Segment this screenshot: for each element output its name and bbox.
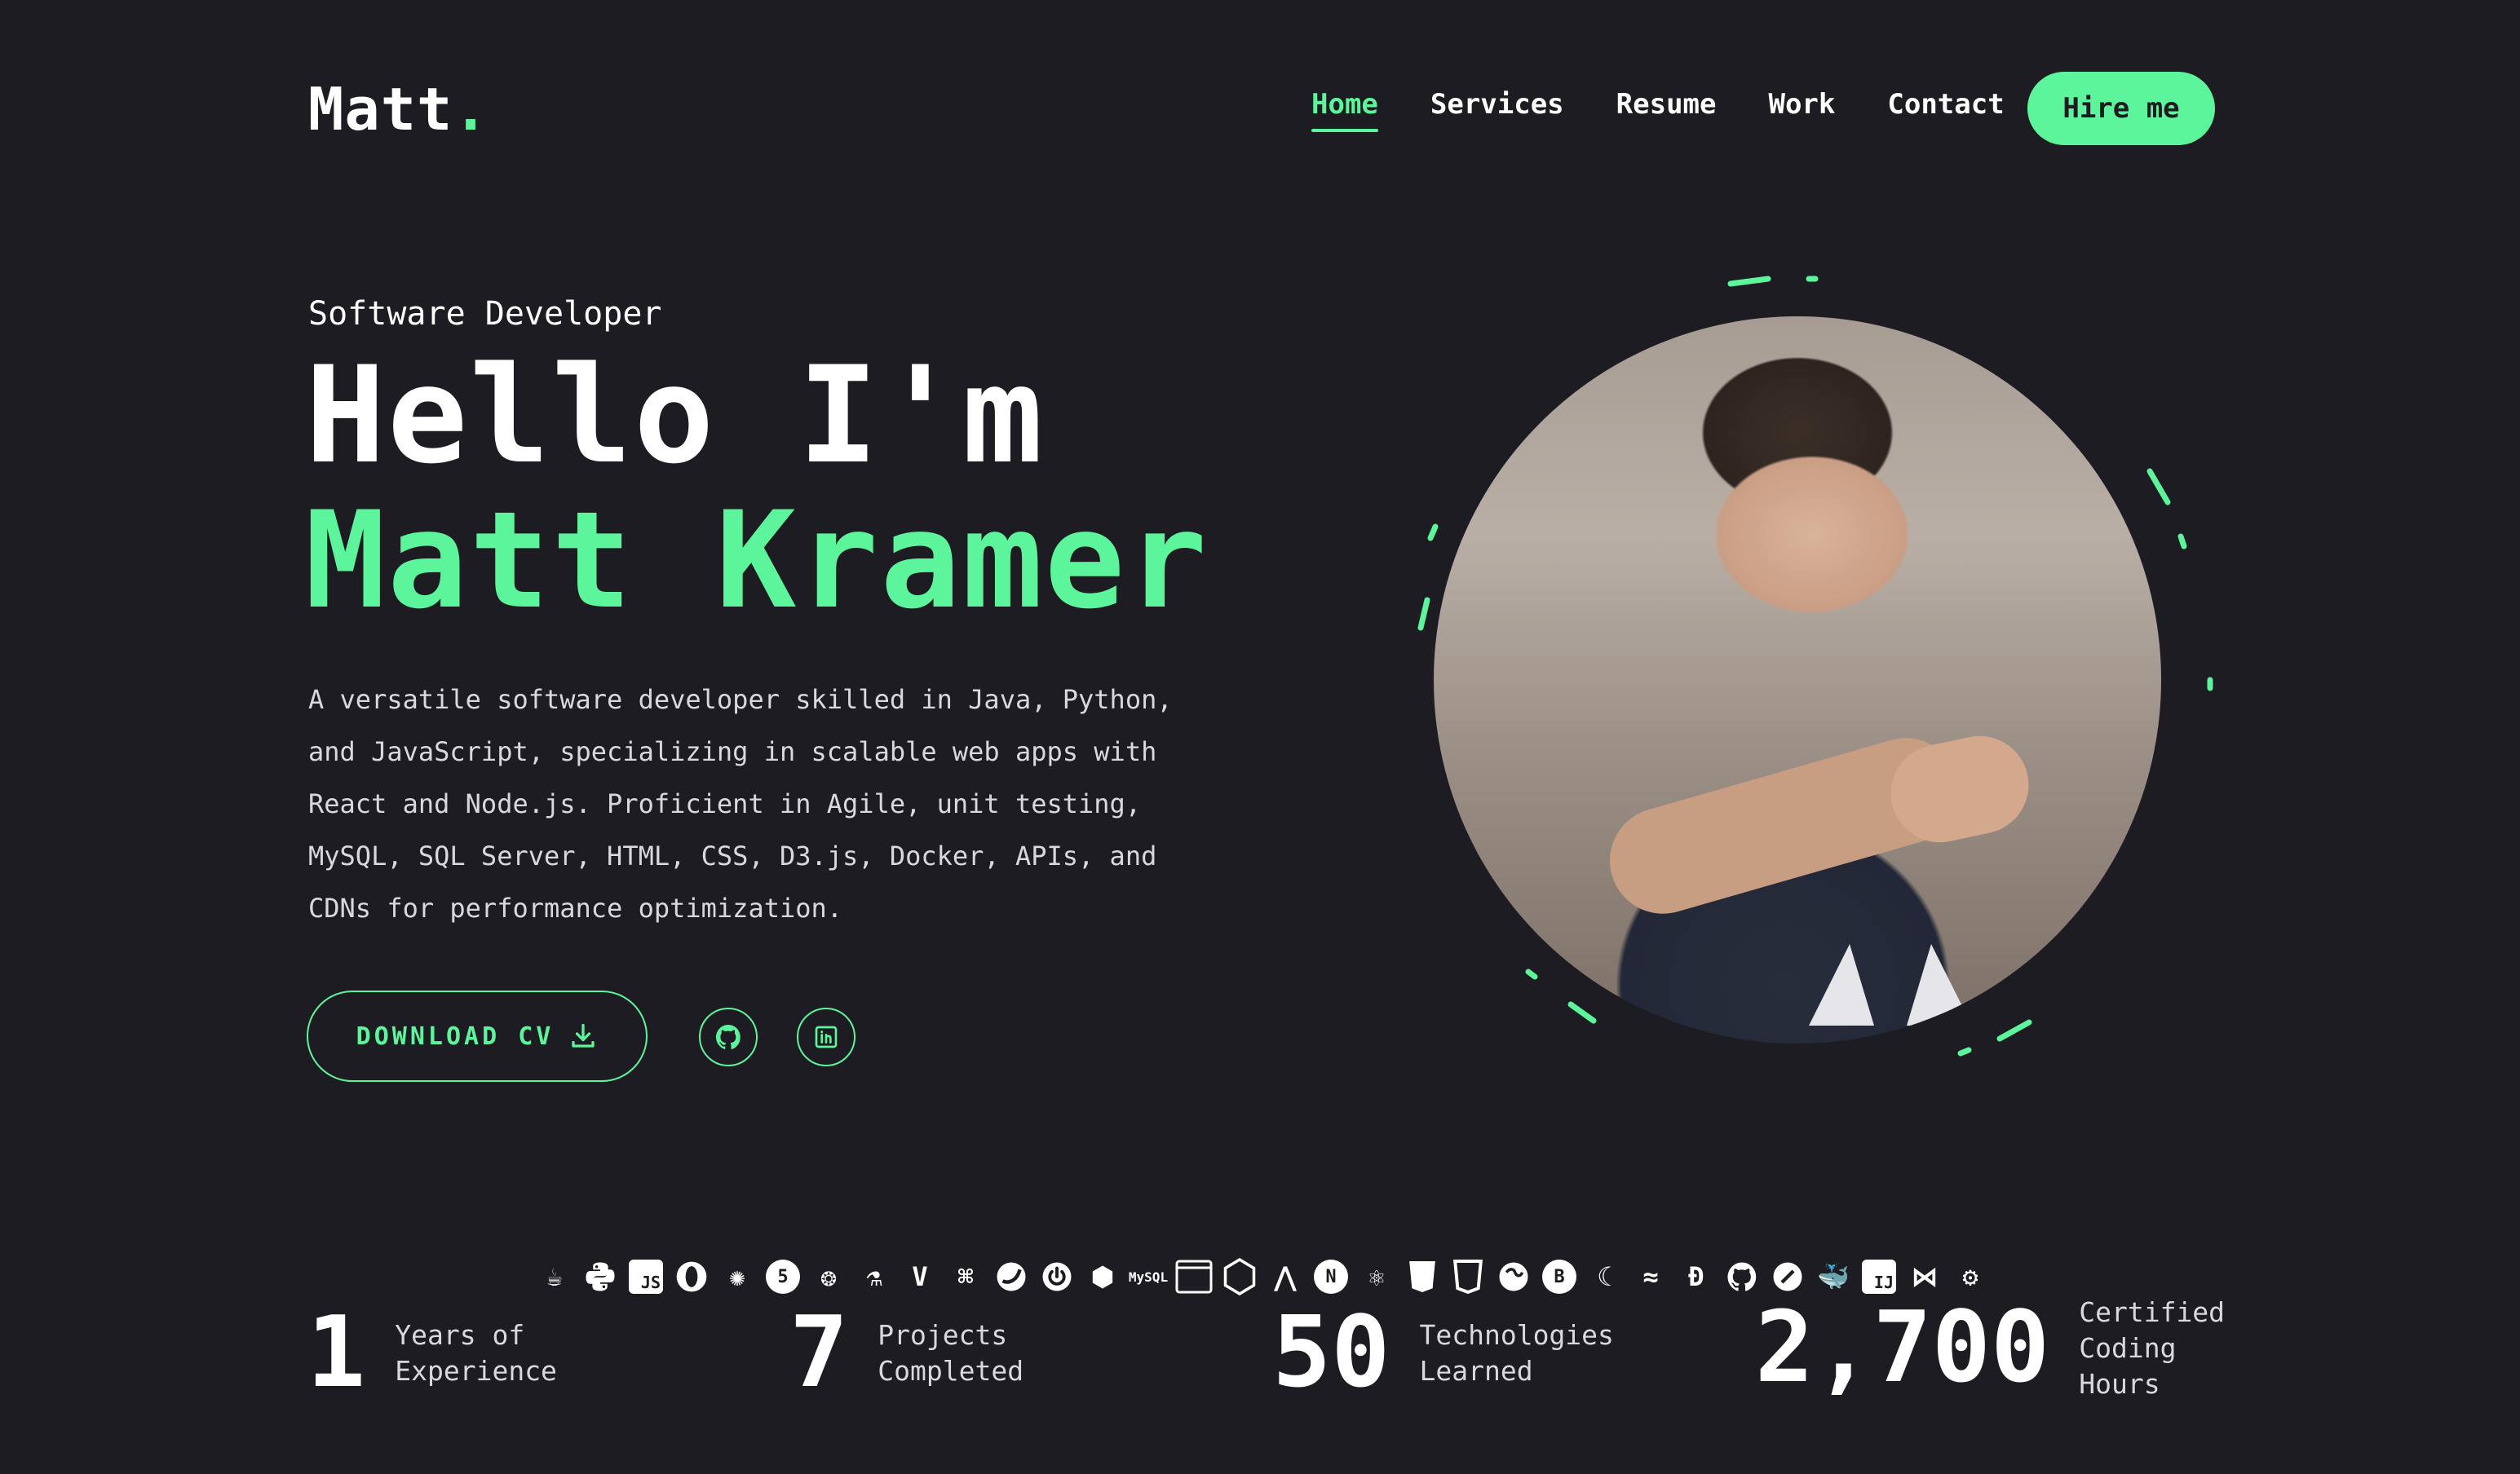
jest-icon: ⚗ — [866, 1261, 882, 1292]
stat-value: 50 — [1272, 1296, 1390, 1410]
tailwind-icon: ≈ — [1642, 1261, 1659, 1292]
opera-icon — [670, 1256, 713, 1298]
stat-label: Projects Completed — [878, 1317, 1023, 1389]
python-icon — [579, 1256, 621, 1298]
react-icon: ⚛ — [1368, 1261, 1385, 1292]
swagger-icon — [1492, 1256, 1535, 1298]
mysql-label: MySQL — [1128, 1269, 1169, 1285]
stat-label: Years of Experience — [395, 1317, 557, 1389]
nav-home[interactable]: Home — [1311, 88, 1378, 132]
openai-alt-icon: ❂ — [820, 1261, 837, 1292]
stat-value: 7 — [789, 1296, 849, 1410]
stat-label-line: Hours — [2079, 1368, 2160, 1400]
nav-work[interactable]: Work — [1768, 88, 1835, 132]
javascript-icon: JS — [625, 1256, 667, 1298]
java-icon: ☕ — [546, 1261, 563, 1292]
stat-value: 1 — [307, 1296, 366, 1410]
linkedin-link[interactable] — [797, 1008, 855, 1066]
bootstrap-label: B — [1542, 1260, 1576, 1294]
github-icon — [716, 1025, 741, 1050]
shirt-logo — [1809, 944, 1972, 1026]
stat-label-line: Years of — [395, 1319, 525, 1351]
stat-label-line: Completed — [878, 1355, 1024, 1387]
bitbucket-icon: ⌘ — [957, 1261, 974, 1292]
codesandbox-icon: ⬢ — [1091, 1261, 1114, 1292]
nav-resume[interactable]: Resume — [1616, 88, 1717, 132]
brand-name: Matt — [308, 75, 453, 143]
stat-label-line: Coding — [2079, 1332, 2177, 1364]
stat-label-line: Technologies — [1419, 1319, 1614, 1351]
download-cv-label: DOWNLOAD CV — [356, 1022, 555, 1051]
linkedin-icon — [815, 1026, 838, 1048]
download-icon — [572, 1023, 595, 1048]
hero-description: A versatile software developer skilled i… — [308, 684, 1173, 924]
html5-circle-label: 5 — [766, 1260, 800, 1294]
stat-label-line: Experience — [395, 1355, 557, 1387]
hero-name: Matt Kramer — [305, 483, 1209, 638]
zsh-icon — [1173, 1256, 1215, 1298]
profile-photo — [1434, 316, 2161, 1044]
nextjs-label: N — [1314, 1260, 1348, 1294]
spring-icon — [990, 1256, 1032, 1298]
hero-role: Software Developer — [308, 295, 662, 333]
stat-label-line: Projects — [878, 1319, 1008, 1351]
vuetify-icon: V — [912, 1261, 928, 1292]
power-icon — [1036, 1256, 1078, 1298]
html5-circle-icon: 5 — [762, 1256, 804, 1298]
stat-label-line: Certified — [2079, 1296, 2226, 1328]
js-label: JS — [629, 1260, 663, 1294]
bootstrap-icon: B — [1538, 1256, 1581, 1298]
hire-me-button[interactable]: Hire me — [2027, 72, 2215, 145]
nav-services[interactable]: Services — [1430, 88, 1564, 132]
css3-icon — [1447, 1256, 1489, 1298]
jquery-icon: ☾ — [1597, 1261, 1613, 1292]
brand-dot: . — [453, 75, 489, 143]
nextjs-icon: N — [1310, 1256, 1352, 1298]
main-nav: Home Services Resume Work Contact — [1311, 88, 2057, 132]
hero-greeting: Hello I'm — [305, 338, 1045, 493]
stat-value: 2,700 — [1755, 1291, 2050, 1405]
intellij-label: IJ — [1862, 1260, 1896, 1294]
stat-technologies: 50 Technologies Learned — [1272, 1304, 1614, 1402]
stat-experience: 1 Years of Experience — [307, 1304, 557, 1402]
mysql-icon: MySQL — [1127, 1256, 1169, 1298]
stat-coding-hours: 2,700 Certified Coding Hours — [1755, 1295, 2225, 1402]
brand-logo[interactable]: Matt. — [308, 75, 489, 143]
d3-icon: Ɖ — [1688, 1261, 1704, 1292]
stat-projects: 7 Projects Completed — [789, 1304, 1023, 1402]
vercel-icon: ⋀ — [1274, 1261, 1297, 1292]
stat-label: Technologies Learned — [1420, 1317, 1614, 1389]
stat-label-line: Learned — [1419, 1355, 1533, 1387]
nav-contact[interactable]: Contact — [1887, 88, 2004, 132]
stat-label: Certified Coding Hours — [2079, 1295, 2225, 1402]
download-cv-button[interactable]: DOWNLOAD CV — [307, 991, 648, 1082]
nodejs-icon — [1218, 1256, 1261, 1298]
openai-icon: ✺ — [729, 1261, 745, 1292]
html5-icon — [1401, 1256, 1443, 1298]
github-link[interactable] — [699, 1008, 758, 1066]
